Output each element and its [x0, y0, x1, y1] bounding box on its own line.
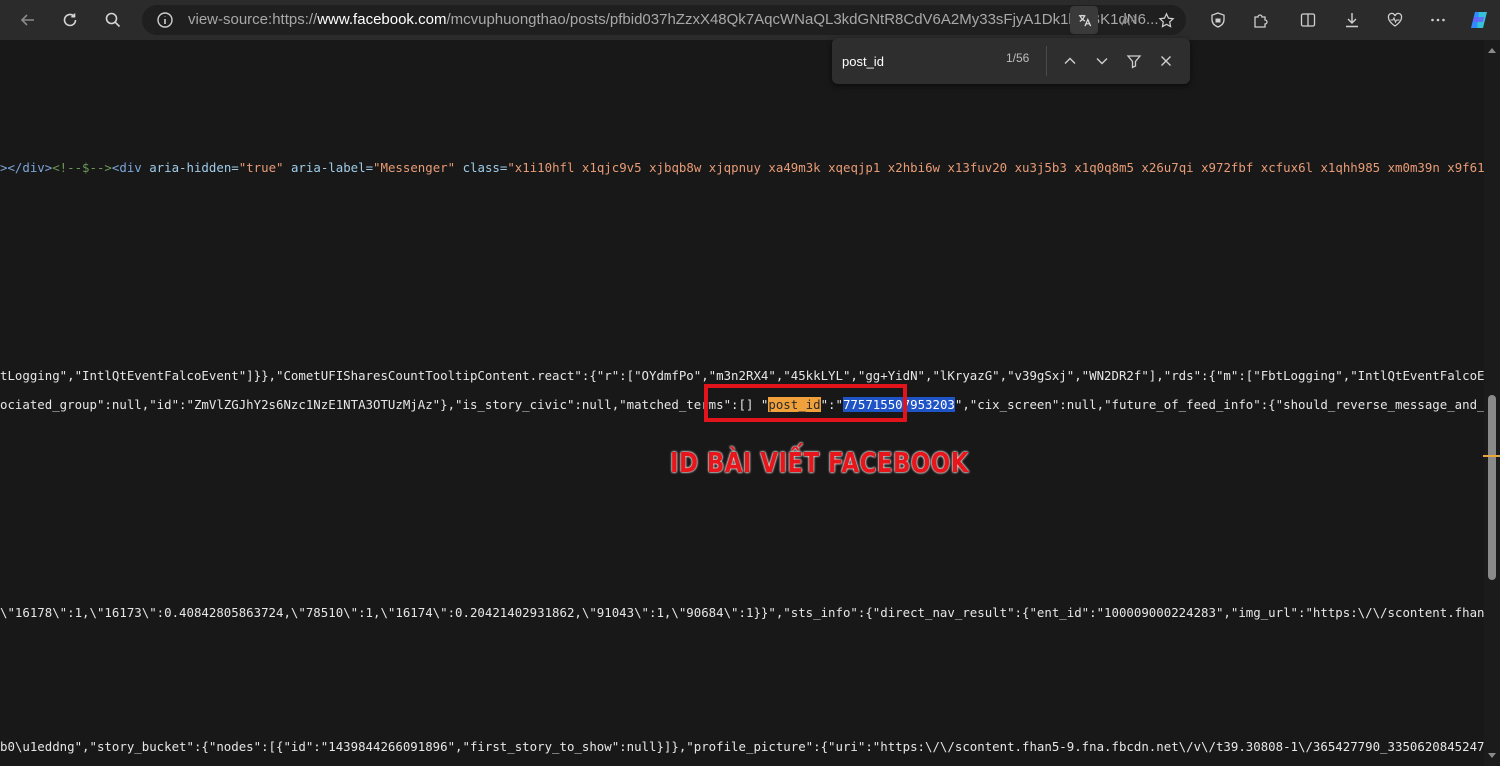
source-val-messenger: "Messenger" [373, 160, 456, 175]
arrow-left-icon [20, 14, 34, 26]
split-screen-button[interactable] [1292, 4, 1324, 36]
source-after-match: ","cix_screen":null,"future_of_feed_info… [954, 397, 1484, 412]
url-prefix: view-source:https:// [188, 11, 318, 28]
back-button[interactable] [12, 4, 44, 36]
find-bar-divider [1046, 46, 1047, 76]
source-prefix: ></div> [0, 160, 53, 175]
scrollbar-thumb[interactable] [1488, 395, 1496, 580]
source-line-story-bucket: b0\u1eddng","story_bucket":{"nodes":[{"i… [0, 739, 1484, 754]
source-attr-aria-hidden: aria-hidden= [149, 160, 239, 175]
scroll-down-arrow-icon[interactable] [1488, 753, 1496, 758]
shield-icon [1211, 12, 1225, 28]
find-match-count: 1/56 [1006, 51, 1030, 65]
translate-icon [1078, 14, 1091, 26]
source-comment: <!--$--> [52, 160, 112, 175]
find-result-marker [1483, 455, 1500, 457]
search-button[interactable] [97, 4, 129, 36]
refresh-button[interactable] [54, 4, 86, 36]
scroll-up-arrow-icon[interactable] [1488, 48, 1496, 53]
info-icon[interactable] [156, 11, 174, 29]
settings-more-button[interactable] [1422, 4, 1454, 36]
translate-button[interactable] [1070, 6, 1098, 34]
favorite-button[interactable] [1152, 6, 1180, 34]
find-filter-button[interactable] [1120, 47, 1148, 75]
url-path: /mcvuphuongthao/posts/pfbid037hZzxX48Qk7… [446, 11, 1159, 28]
close-icon [1161, 56, 1171, 66]
read-aloud-button[interactable] [1114, 6, 1142, 34]
filter-icon [1126, 55, 1142, 69]
performance-button[interactable] [1379, 4, 1411, 36]
vertical-scrollbar[interactable] [1484, 40, 1500, 766]
url-text[interactable]: view-source:https://www.facebook.com/mcv… [188, 11, 1158, 29]
browser-essentials-button[interactable] [1202, 4, 1234, 36]
source-attr-class: class= [455, 160, 508, 175]
chevron-down-icon [1096, 58, 1108, 65]
source-line-sts-info: \"16178\":1,\"16173\":0.40842805863724,\… [0, 605, 1484, 620]
find-close-button[interactable] [1152, 47, 1180, 75]
extensions-button[interactable] [1245, 4, 1277, 36]
heart-pulse-icon [1387, 12, 1403, 27]
more-dots-icon [1431, 18, 1445, 22]
post-id-highlight-box [704, 384, 907, 422]
find-next-button[interactable] [1088, 47, 1116, 75]
star-icon [1158, 11, 1174, 28]
annotation-caption: ID BÀI VIẾT FACEBOOK [670, 446, 969, 479]
split-screen-icon [1300, 13, 1316, 27]
chevron-up-icon [1064, 57, 1076, 64]
address-bar[interactable]: view-source:https://www.facebook.com/mcv… [142, 5, 1186, 35]
source-attr-aria-label: aria-label= [283, 160, 374, 175]
browser-toolbar: view-source:https://www.facebook.com/mcv… [0, 0, 1500, 40]
find-previous-button[interactable] [1056, 47, 1084, 75]
source-line-shares: tLogging","IntlQtEventFalcoEvent"]}},"Co… [0, 368, 1484, 383]
url-domain: www.facebook.com [317, 11, 447, 28]
puzzle-icon [1254, 14, 1268, 28]
read-aloud-icon [1120, 13, 1136, 25]
source-val-true: "true" [238, 160, 284, 175]
find-input[interactable] [840, 46, 1024, 76]
find-bar: 1/56 [832, 38, 1190, 84]
download-icon [1346, 13, 1358, 28]
refresh-icon [63, 13, 77, 27]
source-open-tag: <div [111, 160, 150, 175]
copilot-icon [1471, 12, 1487, 28]
source-val-class: "x1i10hfl x1qjc9v5 xjbqb8w xjqpnuy xa49m… [507, 160, 1484, 175]
downloads-button[interactable] [1336, 4, 1368, 36]
search-icon [105, 12, 121, 28]
copilot-button[interactable] [1463, 4, 1495, 36]
source-before-match: ociated_group":null,"id":"ZmVlZGJhY2s6Nz… [0, 397, 769, 412]
source-line-messenger: ></div><!--$--><div aria-hidden="true" a… [0, 160, 1484, 176]
